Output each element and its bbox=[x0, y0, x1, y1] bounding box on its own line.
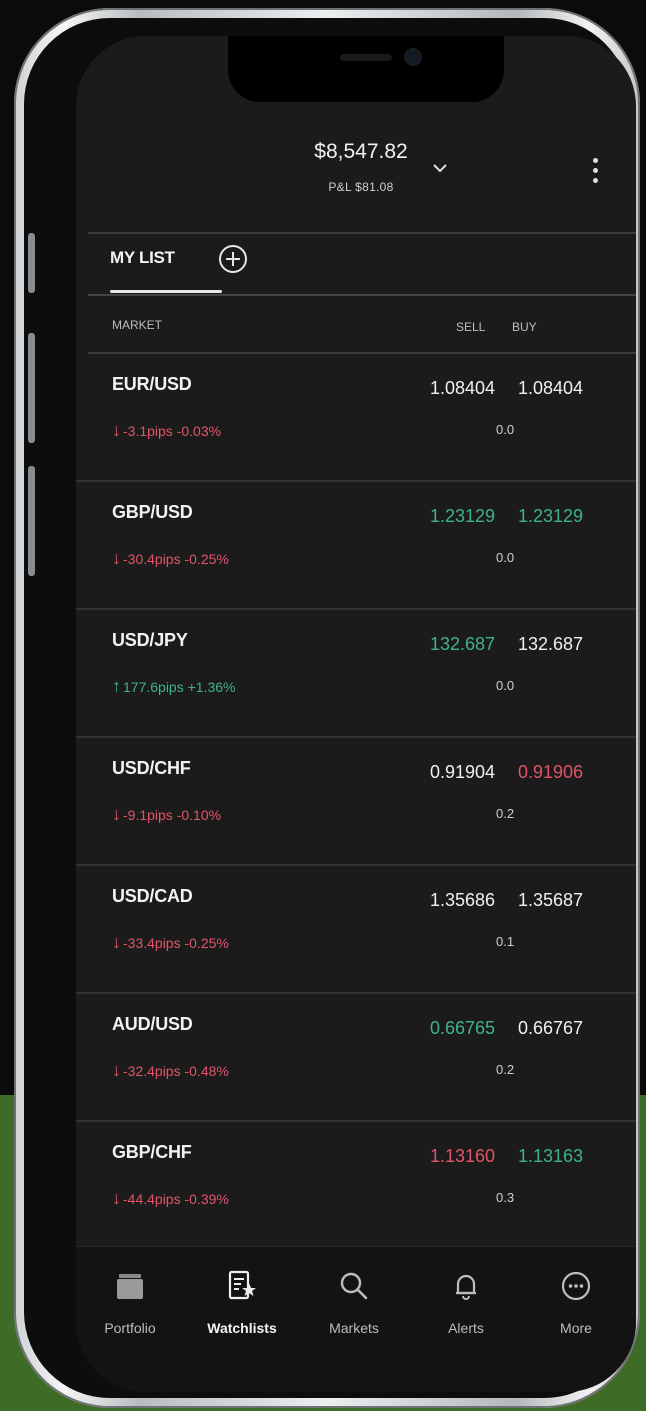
nav-label-alerts: Alerts bbox=[448, 1320, 484, 1336]
spread: 0.0 bbox=[496, 550, 515, 565]
price-change: ↓ -30.4pips -0.25% bbox=[112, 548, 229, 568]
nav-markets[interactable]: Markets bbox=[304, 1269, 404, 1336]
app-screen: $8,547.82 P&L $81.08 MY LIST MARKET SELL… bbox=[76, 36, 636, 1392]
chevron-down-icon[interactable] bbox=[432, 160, 448, 176]
spread: 0.2 bbox=[496, 806, 515, 821]
tab-my-list[interactable]: MY LIST bbox=[110, 248, 175, 268]
sell-price[interactable]: 0.66765 bbox=[430, 1018, 495, 1039]
sell-price[interactable]: 0.91904 bbox=[430, 762, 495, 783]
price-change: ↑ 177.6pips +1.36% bbox=[112, 676, 236, 696]
nav-watchlists[interactable]: Watchlists bbox=[192, 1269, 292, 1336]
volume-down-button bbox=[28, 466, 35, 576]
portfolio-icon bbox=[117, 1274, 143, 1299]
arrow-up-icon: ↑ bbox=[112, 676, 121, 696]
front-camera bbox=[406, 50, 420, 64]
market-pair: GBP/CHF bbox=[112, 1142, 192, 1162]
account-balance[interactable]: $8,547.82 bbox=[286, 140, 436, 164]
bottom-navigation: Portfolio Watchlists Markets Alerts More bbox=[76, 1246, 636, 1392]
sell-price[interactable]: 132.687 bbox=[430, 634, 495, 655]
arrow-down-icon: ↓ bbox=[112, 1188, 121, 1208]
earpiece-speaker bbox=[340, 54, 392, 61]
price-change: ↓ -9.1pips -0.10% bbox=[112, 804, 222, 824]
price-change: ↓ -44.4pips -0.39% bbox=[112, 1188, 229, 1208]
price-change: ↓ -33.4pips -0.25% bbox=[112, 932, 229, 952]
market-list: EUR/USD ↓ -3.1pips -0.03% 1.08404 1.08404… bbox=[76, 354, 636, 1250]
market-row[interactable]: USD/CAD ↓ -33.4pips -0.25% 1.35686 1.3568… bbox=[76, 866, 636, 994]
column-buy: BUY bbox=[512, 320, 537, 334]
more-options-icon[interactable] bbox=[592, 158, 600, 194]
buy-price[interactable]: 0.66767 bbox=[518, 1018, 583, 1039]
arrow-down-icon: ↓ bbox=[112, 548, 121, 568]
market-pair: USD/JPY bbox=[112, 630, 188, 650]
nav-label-markets: Markets bbox=[329, 1320, 379, 1336]
add-watchlist-icon[interactable] bbox=[218, 244, 248, 274]
buy-price[interactable]: 1.35687 bbox=[518, 890, 583, 911]
nav-portfolio[interactable]: Portfolio bbox=[80, 1269, 180, 1336]
price-change: ↓ -32.4pips -0.48% bbox=[112, 1060, 229, 1080]
market-row[interactable]: AUD/USD ↓ -32.4pips -0.48% 0.66765 0.6676… bbox=[76, 994, 636, 1122]
buy-price[interactable]: 1.23129 bbox=[518, 506, 583, 527]
sell-price[interactable]: 1.23129 bbox=[430, 506, 495, 527]
more-icon bbox=[561, 1271, 591, 1301]
price-change: ↓ -3.1pips -0.03% bbox=[112, 420, 222, 440]
spread: 0.3 bbox=[496, 1190, 515, 1205]
buy-price[interactable]: 1.08404 bbox=[518, 378, 583, 399]
spread: 0.0 bbox=[496, 422, 515, 437]
volume-up-button bbox=[28, 333, 35, 443]
mute-switch bbox=[28, 233, 35, 293]
nav-alerts[interactable]: Alerts bbox=[416, 1269, 516, 1336]
spread: 0.0 bbox=[496, 678, 515, 693]
arrow-down-icon: ↓ bbox=[112, 1060, 121, 1080]
spread: 0.1 bbox=[496, 934, 515, 949]
sell-price[interactable]: 1.13160 bbox=[430, 1146, 495, 1167]
arrow-down-icon: ↓ bbox=[112, 420, 121, 440]
bell-icon bbox=[456, 1274, 476, 1300]
buy-price[interactable]: 132.687 bbox=[518, 634, 583, 655]
market-row[interactable]: GBP/CHF ↓ -44.4pips -0.39% 1.13160 1.1316… bbox=[76, 1122, 636, 1250]
column-sell: SELL bbox=[456, 320, 486, 334]
sell-price[interactable]: 1.35686 bbox=[430, 890, 495, 911]
column-headers: MARKET SELL BUY bbox=[76, 304, 636, 354]
arrow-down-icon: ↓ bbox=[112, 932, 121, 952]
account-header: $8,547.82 P&L $81.08 bbox=[76, 122, 636, 222]
nav-label-watchlists: Watchlists bbox=[207, 1320, 277, 1336]
notch bbox=[228, 36, 504, 102]
profit-loss: P&L $81.08 bbox=[328, 180, 394, 194]
market-pair: USD/CHF bbox=[112, 758, 191, 778]
arrow-down-icon: ↓ bbox=[112, 804, 121, 824]
buy-price[interactable]: 0.91906 bbox=[518, 762, 583, 783]
market-row[interactable]: USD/CHF ↓ -9.1pips -0.10% 0.91904 0.91906… bbox=[76, 738, 636, 866]
nav-label-more: More bbox=[560, 1320, 592, 1336]
phone-frame: $8,547.82 P&L $81.08 MY LIST MARKET SELL… bbox=[14, 8, 640, 1408]
sell-price[interactable]: 1.08404 bbox=[430, 378, 495, 399]
tabs-divider bbox=[88, 294, 636, 296]
market-row[interactable]: EUR/USD ↓ -3.1pips -0.03% 1.08404 1.08404… bbox=[76, 354, 636, 482]
watchlist-star-icon bbox=[228, 1270, 256, 1300]
market-pair: AUD/USD bbox=[112, 1014, 193, 1034]
active-tab-indicator bbox=[110, 290, 222, 293]
market-pair: USD/CAD bbox=[112, 886, 193, 906]
market-row[interactable]: USD/JPY ↑ 177.6pips +1.36% 132.687 132.68… bbox=[76, 610, 636, 738]
market-row[interactable]: GBP/USD ↓ -30.4pips -0.25% 1.23129 1.2312… bbox=[76, 482, 636, 610]
watchlist-tabs: MY LIST bbox=[76, 232, 636, 296]
market-pair: EUR/USD bbox=[112, 374, 192, 394]
buy-price[interactable]: 1.13163 bbox=[518, 1146, 583, 1167]
spread: 0.2 bbox=[496, 1062, 515, 1077]
column-market: MARKET bbox=[112, 318, 163, 332]
nav-label-portfolio: Portfolio bbox=[104, 1320, 156, 1336]
market-pair: GBP/USD bbox=[112, 502, 193, 522]
search-icon bbox=[340, 1272, 368, 1300]
nav-more[interactable]: More bbox=[526, 1269, 626, 1336]
